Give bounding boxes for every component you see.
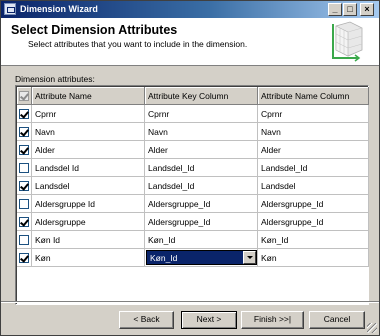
attribute-name-column-cell[interactable]: Aldersgruppe_Id (258, 195, 369, 213)
table-row[interactable]: Alder Alder Alder (17, 141, 369, 159)
attribute-name-column-cell[interactable]: Alder (258, 141, 369, 159)
next-button[interactable]: Next > (181, 311, 237, 329)
table-row[interactable]: Aldersgruppe Aldersgruppe_Id Aldersgrupp… (17, 213, 369, 231)
wizard-header: Select Dimension Attributes Select attri… (1, 18, 379, 66)
maximize-button[interactable]: □ (343, 3, 357, 16)
attribute-name-column-cell[interactable]: Navn (258, 123, 369, 141)
close-button[interactable]: × (360, 3, 374, 16)
row-checkbox[interactable] (19, 217, 29, 227)
table-row[interactable]: Landsdel Landsdel_Id Landsdel (17, 177, 369, 195)
key-column-dropdown[interactable]: Køn_Id (146, 250, 257, 265)
table-row[interactable]: Cprnr Cprnr Cprnr (17, 105, 369, 123)
table-row[interactable]: Navn Navn Navn (17, 123, 369, 141)
attribute-name-column-cell[interactable]: Landsdel (258, 177, 369, 195)
attribute-name-cell[interactable]: Køn (32, 249, 145, 267)
select-all-checkbox[interactable] (19, 91, 29, 101)
attribute-key-cell[interactable]: Køn_Id (145, 231, 258, 249)
attribute-key-cell[interactable]: Landsdel_Id (145, 159, 258, 177)
minimize-button[interactable]: _ (328, 3, 342, 16)
attribute-name-cell[interactable]: Aldersgruppe Id (32, 195, 145, 213)
dimension-wizard-window: Dimension Wizard _ □ × Select Dimension … (0, 0, 380, 336)
finish-button[interactable]: Finish >>| (241, 311, 304, 329)
column-header-attribute-key-column[interactable]: Attribute Key Column (145, 87, 258, 105)
attribute-name-cell[interactable]: Cprnr (32, 105, 145, 123)
attribute-name-column-cell[interactable]: Cprnr (258, 105, 369, 123)
row-checkbox[interactable] (19, 181, 29, 191)
attribute-name-column-cell[interactable]: Køn (258, 249, 369, 267)
row-checkbox[interactable] (19, 253, 29, 263)
attribute-name-cell[interactable]: Aldersgruppe (32, 213, 145, 231)
footer-divider (1, 301, 379, 303)
row-checkbox[interactable] (19, 163, 29, 173)
attribute-name-cell[interactable]: Landsdel (32, 177, 145, 195)
table-row[interactable]: Aldersgruppe Id Aldersgruppe_Id Aldersgr… (17, 195, 369, 213)
column-header-attribute-name[interactable]: Attribute Name (32, 87, 145, 105)
row-checkbox[interactable] (19, 109, 29, 119)
window-title: Dimension Wizard (20, 4, 98, 14)
attribute-key-cell[interactable]: Køn_Id (145, 249, 258, 267)
resize-grip-icon[interactable] (367, 323, 377, 333)
back-button[interactable]: < Back (119, 311, 174, 329)
row-checkbox[interactable] (19, 235, 29, 245)
grid-header-row: Attribute Name Attribute Key Column Attr… (17, 87, 369, 105)
attribute-key-cell[interactable]: Alder (145, 141, 258, 159)
wizard-app-icon (4, 3, 16, 15)
attribute-name-cell[interactable]: Alder (32, 141, 145, 159)
attribute-key-cell[interactable]: Aldersgruppe_Id (145, 213, 258, 231)
table-row[interactable]: Landsdel Id Landsdel_Id Landsdel_Id (17, 159, 369, 177)
chevron-down-icon[interactable] (243, 251, 256, 264)
attribute-key-cell[interactable]: Aldersgruppe_Id (145, 195, 258, 213)
table-row[interactable]: Køn Køn_Id Køn (17, 249, 369, 267)
table-row[interactable]: Køn Id Køn_Id Køn_Id (17, 231, 369, 249)
attribute-name-column-cell[interactable]: Køn_Id (258, 231, 369, 249)
attributes-grid[interactable]: Attribute Name Attribute Key Column Attr… (15, 85, 369, 305)
attribute-name-column-cell[interactable]: Aldersgruppe_Id (258, 213, 369, 231)
attribute-name-cell[interactable]: Landsdel Id (32, 159, 145, 177)
attribute-name-cell[interactable]: Navn (32, 123, 145, 141)
cancel-button[interactable]: Cancel (309, 311, 365, 329)
dropdown-selected-value: Køn_Id (150, 253, 178, 263)
attribute-key-cell[interactable]: Landsdel_Id (145, 177, 258, 195)
attribute-key-cell[interactable]: Cprnr (145, 105, 258, 123)
attribute-key-cell[interactable]: Navn (145, 123, 258, 141)
column-header-attribute-name-column[interactable]: Attribute Name Column (258, 87, 369, 105)
page-title: Select Dimension Attributes (11, 23, 178, 37)
row-checkbox[interactable] (19, 127, 29, 137)
dimension-cube-icon (332, 21, 363, 62)
select-all-cell[interactable] (17, 87, 32, 105)
row-checkbox[interactable] (19, 199, 29, 209)
title-bar[interactable]: Dimension Wizard _ □ × (1, 1, 379, 18)
row-checkbox[interactable] (19, 145, 29, 155)
attribute-name-cell[interactable]: Køn Id (32, 231, 145, 249)
attribute-name-column-cell[interactable]: Landsdel_Id (258, 159, 369, 177)
page-subtitle: Select attributes that you want to inclu… (28, 39, 248, 49)
dimension-attributes-label: Dimension attributes: (15, 74, 95, 84)
